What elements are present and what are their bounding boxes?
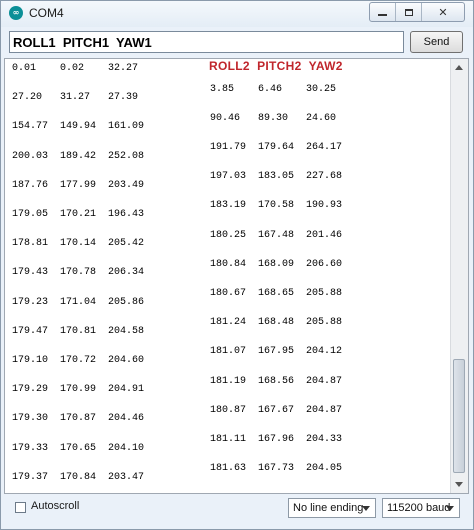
serial-line: 179.47 170.81 204.58 (12, 325, 145, 337)
close-icon: ✕ (438, 5, 448, 19)
close-button[interactable]: ✕ (422, 3, 464, 21)
serial-line: 181.63 167.73 204.05 (210, 463, 343, 475)
autoscroll-checkbox[interactable] (15, 502, 26, 513)
serial-line: 179.43 170.78 206.34 (12, 267, 145, 279)
scroll-up-icon[interactable] (455, 65, 463, 70)
send-button[interactable]: Send (410, 31, 463, 53)
serial-line: 3.85 6.46 30.25 (210, 83, 337, 95)
serial-line: 200.03 189.42 252.08 (12, 150, 145, 162)
autoscroll-label: Autoscroll (31, 500, 80, 512)
serial-line: 179.37 170.84 203.47 (12, 471, 145, 483)
serial-line: 179.30 170.87 204.46 (12, 413, 145, 425)
serial-line: 179.05 170.21 196.43 (12, 209, 145, 220)
window-title: COM4 (29, 6, 64, 20)
serial-line: 179.33 170.65 204.10 (12, 442, 145, 454)
serial-line: 180.87 167.67 204.87 (210, 404, 343, 416)
serial-line: 183.19 170.58 190.93 (210, 200, 343, 212)
vertical-scrollbar[interactable] (450, 59, 468, 493)
serial-line: 180.25 167.48 201.46 (210, 229, 343, 241)
serial-monitor-window: ∞ COM4 ✕ Send ROLL2 PITCH2 YAW2 0.01 0.0… (0, 0, 474, 530)
serial-line: 179.10 170.72 204.60 (12, 355, 145, 366)
serial-line: 181.11 167.96 204.33 (210, 434, 343, 445)
serial-line: 90.46 89.30 24.60 (210, 112, 337, 124)
maximize-button[interactable] (396, 3, 422, 21)
serial-line: 179.23 171.04 205.86 (12, 296, 145, 308)
serial-line: 180.84 168.09 206.60 (210, 258, 343, 270)
serial-line: 180.67 168.65 205.88 (210, 288, 343, 299)
baud-rate-value: 115200 baud (387, 502, 451, 514)
serial-line: 154.77 149.94 161.09 (12, 121, 145, 133)
chevron-down-icon (362, 506, 370, 511)
minimize-icon (378, 14, 387, 16)
serial-output[interactable]: ROLL2 PITCH2 YAW2 0.01 0.02 32.27 3.85 6.… (4, 58, 469, 494)
baud-rate-select[interactable]: 115200 baud (382, 498, 460, 518)
serial-line: 179.29 170.99 204.91 (12, 384, 145, 396)
scroll-thumb[interactable] (453, 359, 465, 473)
serial-line: 181.19 168.56 204.87 (210, 375, 343, 387)
serial-line: 27.20 31.27 27.39 (12, 92, 139, 104)
serial-line: 178.81 170.14 205.42 (12, 238, 145, 250)
serial-line: 181.07 167.95 204.12 (210, 346, 343, 358)
window-controls: ✕ (369, 2, 465, 22)
serial-line: 0.01 0.02 32.27 (12, 63, 139, 74)
minimize-button[interactable] (370, 3, 396, 21)
output-header-2: ROLL2 PITCH2 YAW2 (209, 59, 343, 73)
serial-line: 181.24 168.48 205.88 (210, 317, 343, 329)
serial-line: 197.03 183.05 227.68 (210, 171, 343, 183)
send-bar: Send (9, 31, 465, 55)
status-bar: Autoscroll No line ending 115200 baud (1, 495, 473, 529)
serial-line: 191.79 179.64 264.17 (210, 142, 343, 153)
title-bar[interactable]: ∞ COM4 ✕ (1, 1, 473, 27)
scroll-down-icon[interactable] (455, 482, 463, 487)
serial-line: 187.76 177.99 203.49 (12, 179, 145, 191)
chevron-down-icon (446, 506, 454, 511)
line-ending-select[interactable]: No line ending (288, 498, 376, 518)
line-ending-value: No line ending (293, 502, 364, 514)
maximize-icon (404, 8, 413, 16)
arduino-icon: ∞ (9, 6, 23, 20)
serial-input[interactable] (9, 31, 404, 53)
